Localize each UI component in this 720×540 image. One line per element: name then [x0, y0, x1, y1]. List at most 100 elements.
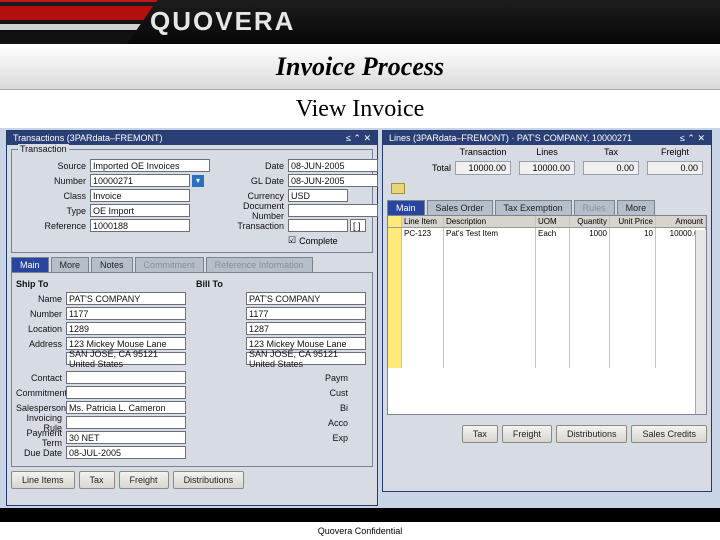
docnum-field[interactable] [288, 204, 378, 217]
row-desc[interactable]: Pat's Test Item [444, 228, 536, 242]
commitment-field[interactable] [66, 386, 186, 399]
table-row[interactable] [388, 284, 706, 298]
bi-label: Bi [318, 403, 352, 413]
invrule-field[interactable] [66, 416, 186, 429]
complete-checkbox[interactable]: ☑ [288, 235, 296, 246]
class-field[interactable]: Invoice [90, 189, 190, 202]
transaction-group: Transaction SourceImported OE Invoices N… [11, 149, 373, 253]
col-price: Unit Price [610, 216, 656, 227]
col-line: Line Item [402, 216, 444, 227]
table-row[interactable] [388, 270, 706, 284]
shipto-addr-label: Address [16, 339, 66, 349]
source-label: Source [16, 161, 90, 171]
col-amt: Amount [656, 216, 706, 227]
workspace: Transactions (3PARdata–FREMONT) ≤ ⌃ ✕ Tr… [0, 128, 720, 508]
freight-button[interactable]: Freight [119, 471, 169, 489]
salesperson-field[interactable]: Ms. Patricia L. Cameron [66, 401, 186, 414]
tab-commitment[interactable]: Commitment [135, 257, 204, 272]
payterm-field[interactable]: 30 NET [66, 431, 186, 444]
table-row[interactable] [388, 312, 706, 326]
window-controls[interactable]: ≤ ⌃ ✕ [680, 133, 705, 144]
tab-notes[interactable]: Notes [91, 257, 133, 272]
window-controls[interactable]: ≤ ⌃ ✕ [346, 133, 371, 144]
docnum-label: Document Number [214, 201, 288, 221]
gldate-field[interactable]: 08-JUN-2005 [288, 174, 378, 187]
reference-field[interactable]: 1000188 [90, 219, 190, 232]
lines-tab-main[interactable]: Main [387, 200, 425, 215]
currency-field[interactable]: USD [288, 189, 348, 202]
exp-label: Exp [318, 433, 352, 443]
lines-tab-rules[interactable]: Rules [574, 200, 615, 215]
table-row[interactable]: PC-123 Pat's Test Item Each 1000 10 1000… [388, 228, 706, 242]
lines-tab-so[interactable]: Sales Order [427, 200, 493, 215]
billto-heading: Bill To [196, 279, 368, 289]
number-field[interactable]: 10000271 [90, 174, 190, 187]
lines-tab-more[interactable]: More [617, 200, 656, 215]
tab-main[interactable]: Main [11, 257, 49, 272]
table-row[interactable] [388, 340, 706, 354]
col-uom: UOM [536, 216, 570, 227]
date-label: Date [214, 161, 288, 171]
line-items-button[interactable]: Line Items [11, 471, 75, 489]
lines-sales-credits-button[interactable]: Sales Credits [631, 425, 707, 443]
total-freight-val: 0.00 [647, 161, 703, 175]
row-uom[interactable]: Each [536, 228, 570, 242]
total-label: Total [387, 159, 451, 177]
table-row[interactable] [388, 256, 706, 270]
lines-tab-taxex[interactable]: Tax Exemption [495, 200, 572, 215]
transaction-field[interactable] [288, 219, 348, 232]
row-price[interactable]: 10 [610, 228, 656, 242]
billto-city[interactable]: SAN JOSE, CA 95121 United States [246, 352, 366, 365]
table-row[interactable] [388, 326, 706, 340]
table-row[interactable] [388, 242, 706, 256]
lines-distributions-button[interactable]: Distributions [556, 425, 628, 443]
lov-icon[interactable]: ▾ [192, 175, 204, 187]
shipto-name[interactable]: PAT'S COMPANY [66, 292, 186, 305]
contact-field[interactable] [66, 371, 186, 384]
lines-grid: Line Item Description UOM Quantity Unit … [387, 215, 707, 415]
total-tax-label: Tax [579, 147, 643, 157]
paym-label: Paym [318, 373, 352, 383]
distributions-button[interactable]: Distributions [173, 471, 245, 489]
salesperson-label: Salesperson [16, 403, 66, 413]
tab-reference[interactable]: Reference Information [206, 257, 313, 272]
shipto-num-label: Number [16, 309, 66, 319]
billto-number[interactable]: 1177 [246, 307, 366, 320]
number-label: Number [16, 176, 90, 186]
dff-field[interactable]: [ ] [350, 219, 366, 232]
date-field[interactable]: 08-JUN-2005 [288, 159, 378, 172]
total-tax-val: 0.00 [583, 161, 639, 175]
lines-window: Lines (3PARdata–FREMONT) · PAT'S COMPANY… [382, 130, 712, 492]
billto-name[interactable]: PAT'S COMPANY [246, 292, 366, 305]
row-line[interactable]: PC-123 [402, 228, 444, 242]
col-qty: Quantity [570, 216, 610, 227]
lines-tax-button[interactable]: Tax [462, 425, 498, 443]
brand-graphic [0, 0, 165, 44]
due-field[interactable]: 08-JUL-2005 [66, 446, 186, 459]
folder-icon[interactable] [391, 183, 405, 194]
grid-scrollbar[interactable] [695, 230, 706, 414]
table-row[interactable] [388, 354, 706, 368]
transactions-window-titlebar[interactable]: Transactions (3PARdata–FREMONT) ≤ ⌃ ✕ [7, 131, 377, 145]
shipto-number[interactable]: 1177 [66, 307, 186, 320]
source-field[interactable]: Imported OE Invoices [90, 159, 210, 172]
class-label: Class [16, 191, 90, 201]
lines-window-titlebar[interactable]: Lines (3PARdata–FREMONT) · PAT'S COMPANY… [383, 131, 711, 145]
table-row[interactable] [388, 298, 706, 312]
contact-label: Contact [16, 373, 66, 383]
lines-freight-button[interactable]: Freight [502, 425, 552, 443]
tab-more[interactable]: More [51, 257, 90, 272]
shipto-location[interactable]: 1289 [66, 322, 186, 335]
tax-button[interactable]: Tax [79, 471, 115, 489]
gldate-label: GL Date [214, 176, 288, 186]
shipto-city[interactable]: SAN JOSE, CA 95121 United States [66, 352, 186, 365]
transactions-button-bar: Line Items Tax Freight Distributions [11, 471, 373, 489]
payterm-label: Payment Term [16, 428, 66, 448]
billto-location[interactable]: 1287 [246, 322, 366, 335]
commitment-label: Commitment [16, 388, 66, 398]
transactions-window-title: Transactions (3PARdata–FREMONT) [13, 133, 163, 143]
type-label: Type [16, 206, 90, 216]
cust-label: Cust [318, 388, 352, 398]
row-qty[interactable]: 1000 [570, 228, 610, 242]
type-field[interactable]: OE Import [90, 204, 190, 217]
